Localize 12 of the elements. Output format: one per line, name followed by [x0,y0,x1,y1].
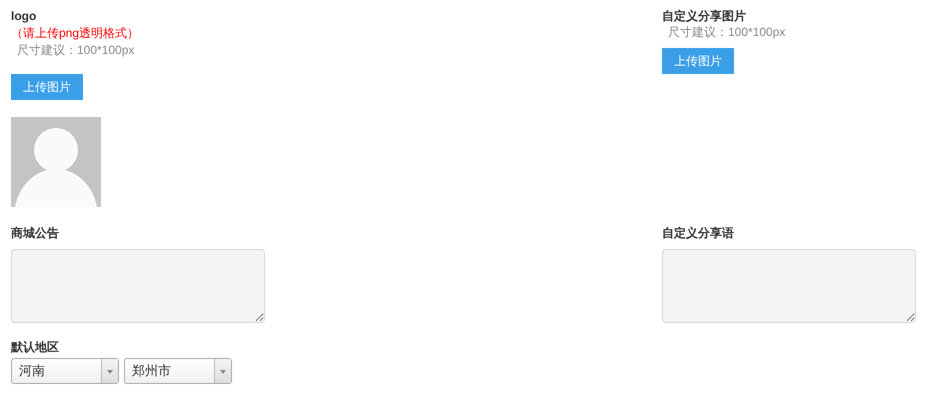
size-hint: 尺寸建议：100*100px [667,24,786,40]
notice-textarea[interactable] [11,249,265,323]
region-dropdown[interactable]: 郑州市 [124,358,232,384]
section-title: 自定义分享语 [662,225,734,241]
section-title: 默认地区 [11,339,59,355]
section-title: 自定义分享图片 [662,8,746,24]
section-title: 商城公告 [11,225,59,241]
size-hint: 尺寸建议：100*100px [16,42,134,58]
section-title: logo [11,8,36,24]
format-note: （请上传png透明格式） [11,25,140,42]
region-dropdown[interactable]: 河南 [11,358,119,384]
share-text-textarea[interactable] [662,249,916,323]
